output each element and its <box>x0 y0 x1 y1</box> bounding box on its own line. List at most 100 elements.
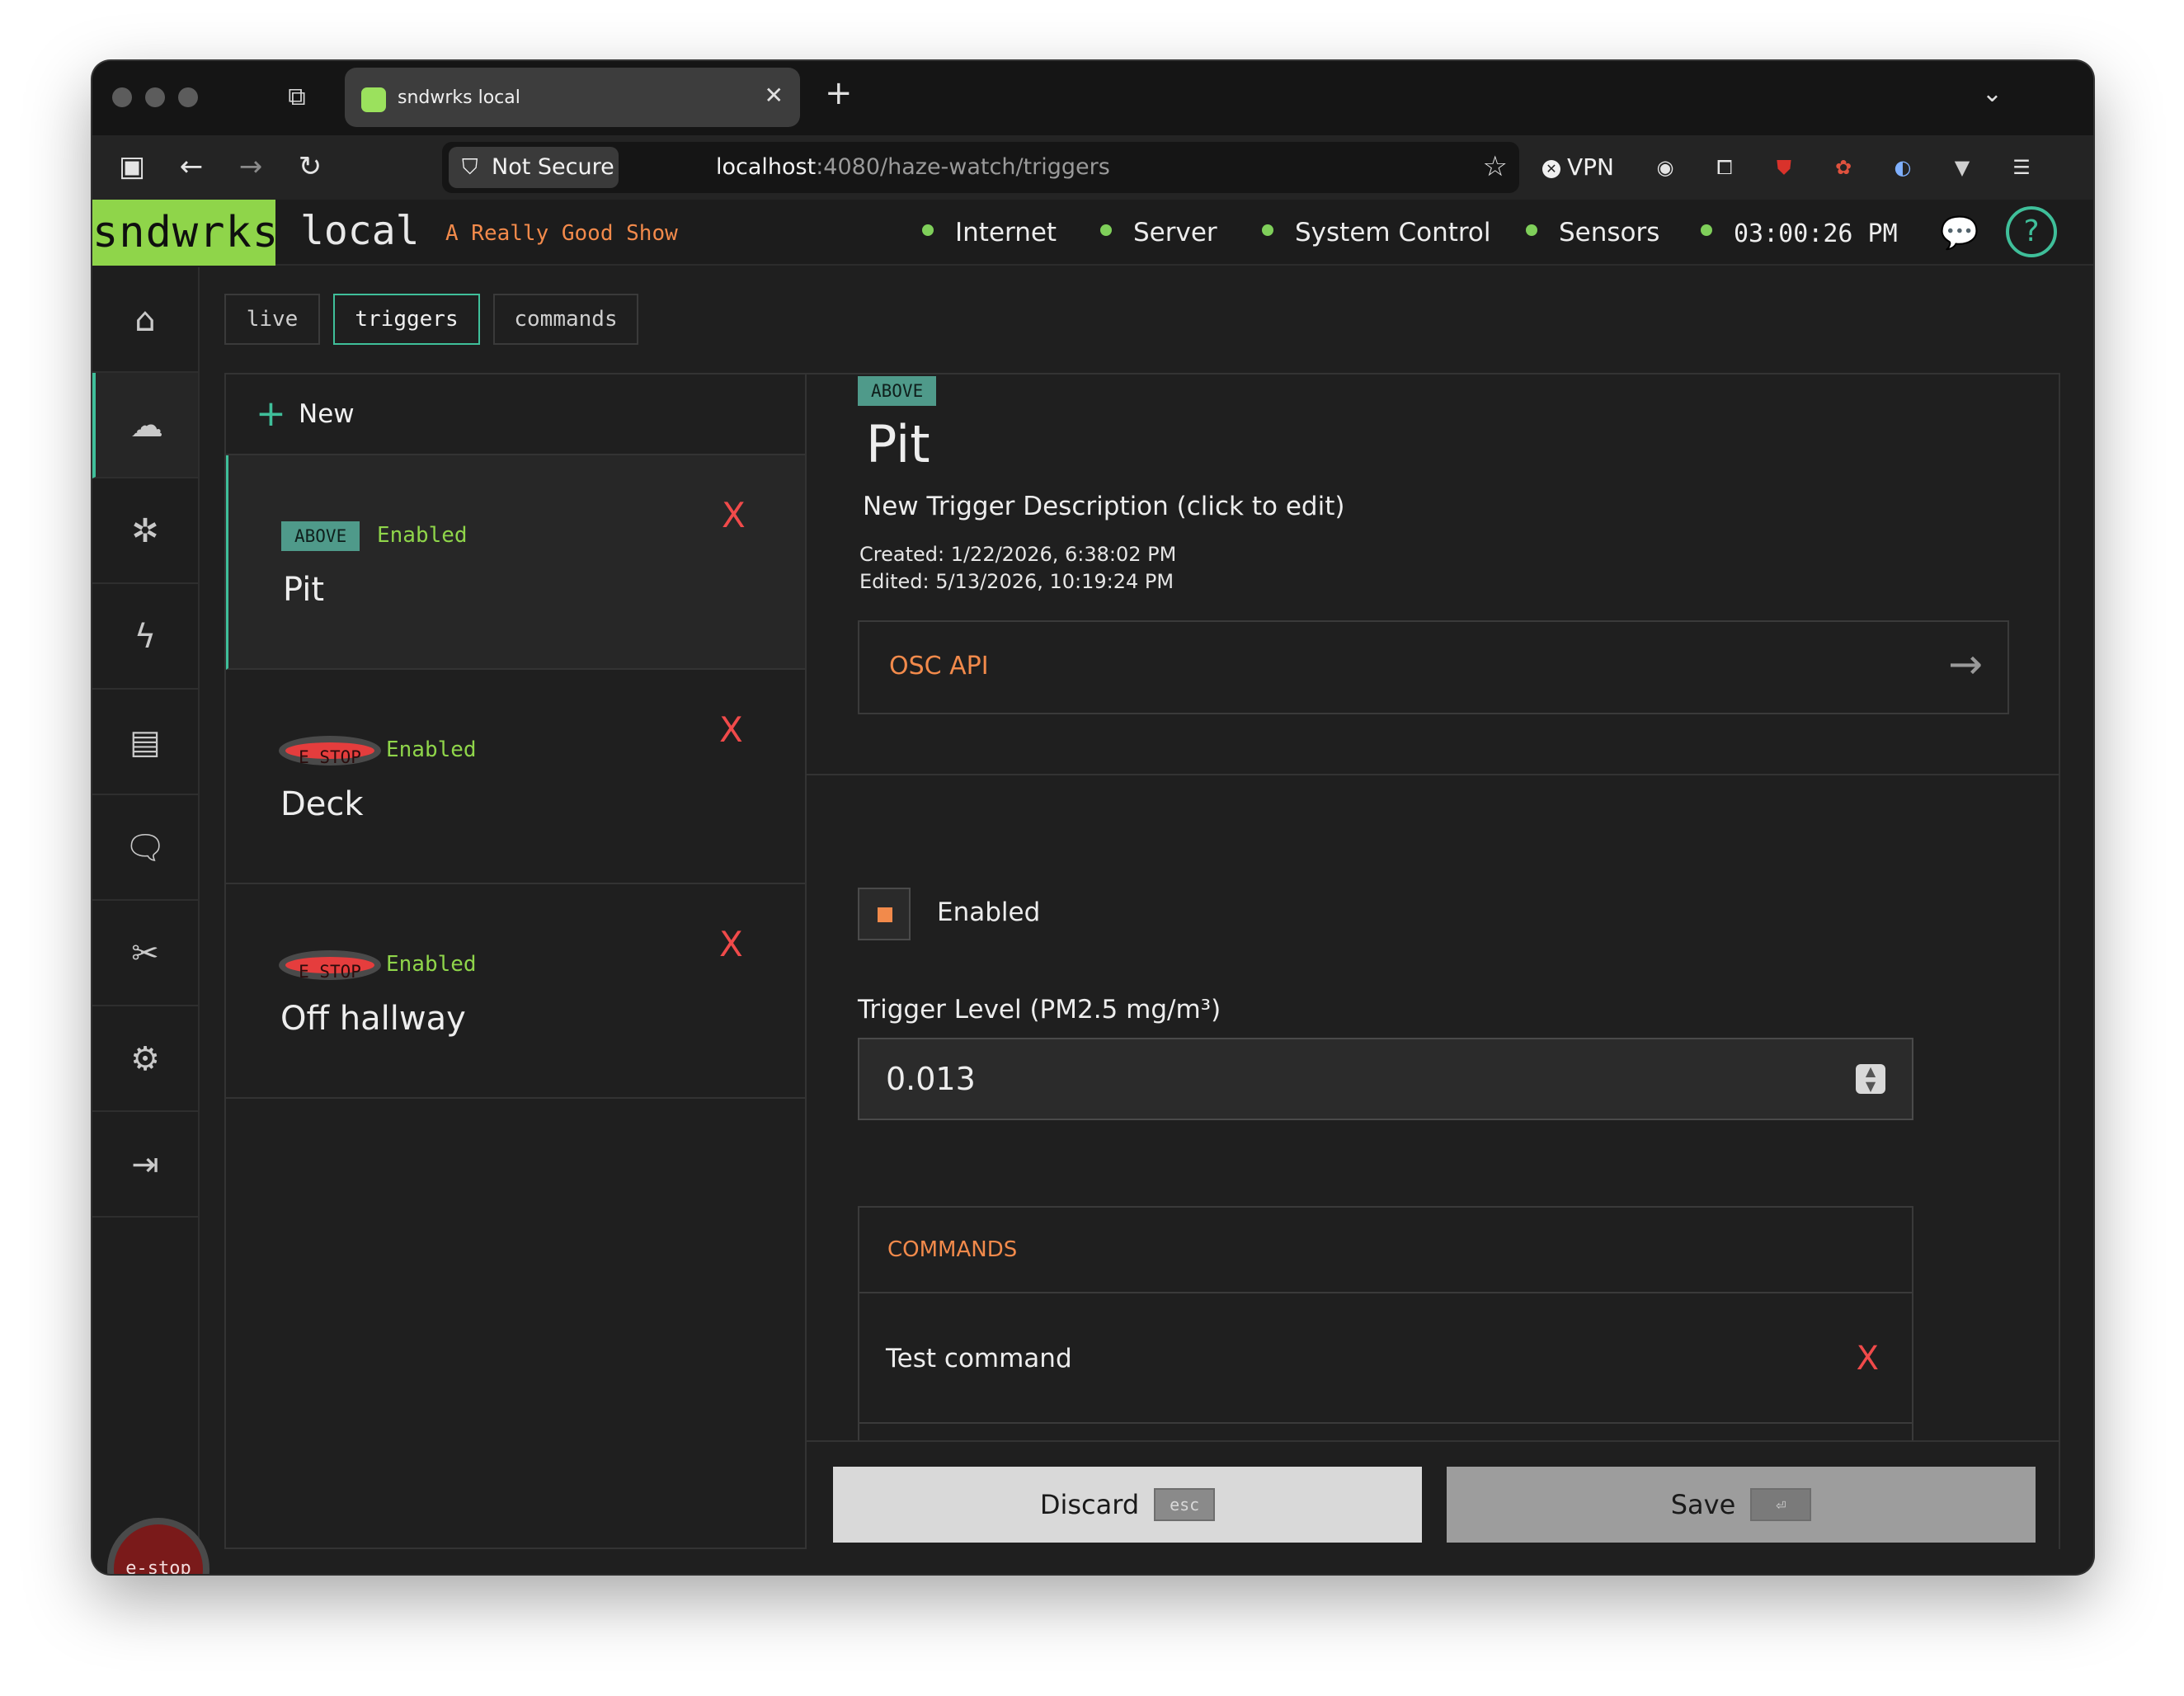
zoom-window-button[interactable] <box>178 87 198 107</box>
arrow-right-icon: → <box>1948 640 1983 688</box>
forward-icon[interactable]: → <box>233 150 269 183</box>
app-header: sndwrks local A Really Good Show Interne… <box>92 200 2093 266</box>
haze-icon: ☁ <box>130 407 163 445</box>
tab-commands[interactable]: commands <box>493 294 638 345</box>
trigger-card[interactable]: E STOP Enabled Deck X <box>226 670 805 884</box>
checkbox-mark <box>878 907 892 922</box>
chat-bubbles-icon[interactable]: 💬 <box>1940 214 1979 252</box>
trigger-title[interactable]: Pit <box>866 414 930 474</box>
status-label: Internet <box>955 218 1057 247</box>
edited-timestamp: Edited: 5/13/2026, 10:19:24 PM <box>859 570 1174 593</box>
discard-button[interactable]: Discard esc <box>833 1467 1422 1543</box>
side-nav: ⌂ ☁ ✲ ϟ ▤ 🗨 ✂ ⚙ ⇥ e-stop <box>92 267 209 1574</box>
new-trigger-button[interactable]: + New <box>226 375 805 455</box>
extension-v-icon[interactable]: ▼ <box>1946 152 1978 183</box>
nav-tools[interactable]: ✂ <box>92 901 198 1006</box>
address-bar[interactable]: ⛉ Not Secure localhost:4080/haze-watch/t… <box>442 142 1519 193</box>
estop-button[interactable]: e-stop <box>107 1518 209 1574</box>
extensions-icon[interactable]: ⧠ <box>1709 152 1740 183</box>
stepper-icon[interactable]: ▲ ▼ <box>1856 1064 1885 1094</box>
tab-live[interactable]: live <box>224 294 320 345</box>
status-dot <box>1701 224 1712 236</box>
enter-key-hint: ⏎ <box>1750 1488 1812 1521</box>
tab-overview-icon[interactable]: ⧉ <box>284 84 310 111</box>
browser-window: ⧉ sndwrks local ✕ + ⌄ ▣ ← → ↻ ⛉ Not Secu… <box>92 61 2093 1574</box>
trigger-summary: ABOVE Pit New Trigger Description (click… <box>807 375 2059 775</box>
tab-triggers[interactable]: triggers <box>333 294 480 345</box>
trigger-level-input[interactable]: 0.013 ▲ ▼ <box>858 1038 1913 1120</box>
brand-logo[interactable]: sndwrks <box>92 200 278 266</box>
osc-api-link[interactable]: OSC API → <box>858 620 2009 714</box>
nav-home[interactable]: ⌂ <box>92 267 198 373</box>
trigger-type-badge: E STOP <box>279 950 381 982</box>
extension-blue-icon[interactable]: ◐ <box>1887 152 1918 183</box>
trigger-type-badge: ABOVE <box>858 376 937 406</box>
enabled-checkbox[interactable] <box>858 888 911 940</box>
plus-icon: + <box>256 393 286 435</box>
profile-icon[interactable]: ◉ <box>1650 152 1681 183</box>
trigger-status: Enabled <box>386 952 477 977</box>
commands-header: COMMANDS <box>859 1208 1912 1293</box>
remove-command-button[interactable]: X <box>1857 1293 1879 1424</box>
trigger-list: + New ABOVE Enabled Pit X E STOP Enabled… <box>226 375 807 1548</box>
bookmark-star-icon[interactable]: ☆ <box>1483 150 1508 183</box>
new-tab-button[interactable]: + <box>825 74 853 112</box>
discard-label: Discard <box>1039 1489 1140 1520</box>
trigger-type-badge: E STOP <box>279 736 381 767</box>
trigger-description[interactable]: New Trigger Description (click to edit) <box>863 492 1344 521</box>
favicon-icon <box>361 87 386 112</box>
nav-network[interactable]: ✲ <box>92 478 198 584</box>
extension-red-icon[interactable]: ✿ <box>1828 152 1859 183</box>
logout-icon: ⇥ <box>131 1146 159 1184</box>
reload-icon[interactable]: ↻ <box>292 150 328 183</box>
url-text[interactable]: localhost:4080/haze-watch/triggers <box>716 154 1110 180</box>
vpn-off-icon: ✕ <box>1542 160 1560 178</box>
trigger-status: Enabled <box>377 523 468 548</box>
trigger-card[interactable]: E STOP Enabled Off hallway X <box>226 884 805 1099</box>
delete-trigger-button[interactable]: X <box>719 924 743 964</box>
vpn-button[interactable]: ✕ VPN <box>1542 153 1614 181</box>
commands-section: COMMANDS Test command X <box>858 1206 1913 1445</box>
new-trigger-label: New <box>299 399 355 429</box>
command-row[interactable]: Test command X <box>859 1293 1912 1424</box>
help-button[interactable]: ? <box>2006 206 2057 257</box>
command-name: Test command <box>886 1344 1072 1373</box>
trigger-detail: ABOVE Pit New Trigger Description (click… <box>807 375 2059 1549</box>
close-window-button[interactable] <box>112 87 132 107</box>
status-system-control: System Control <box>1262 218 1491 247</box>
show-tagline: A Really Good Show <box>445 221 678 246</box>
trigger-card[interactable]: ABOVE Enabled Pit X <box>226 455 805 670</box>
minimize-window-button[interactable] <box>145 87 165 107</box>
delete-trigger-button[interactable]: X <box>722 495 746 535</box>
status-dot <box>1526 224 1537 236</box>
browser-tab-bar: ⧉ sndwrks local ✕ + ⌄ <box>92 61 2093 135</box>
action-bar: Discard esc Save ⏎ <box>807 1440 2059 1549</box>
url-path: :4080/haze-watch/triggers <box>816 154 1110 180</box>
brand-subtitle: local <box>300 208 420 254</box>
not-secure-label: Not Secure <box>492 154 614 180</box>
delete-trigger-button[interactable]: X <box>719 709 743 750</box>
nav-logout[interactable]: ⇥ <box>92 1112 198 1218</box>
nav-device[interactable]: ▤ <box>92 690 198 795</box>
nav-haze-watch[interactable]: ☁ <box>92 373 198 478</box>
esc-key-hint: esc <box>1154 1488 1216 1521</box>
nav-lightning[interactable]: ϟ <box>92 584 198 690</box>
clock-dot-wrap <box>1701 218 1734 247</box>
sidebar-toggle-icon[interactable]: ▣ <box>114 150 150 183</box>
save-button[interactable]: Save ⏎ <box>1447 1467 2036 1543</box>
url-host: localhost <box>716 154 817 180</box>
nav-chat[interactable]: 🗨 <box>92 795 198 901</box>
chevron-down-icon[interactable]: ⌄ <box>1982 79 2003 108</box>
back-icon[interactable]: ← <box>173 150 209 183</box>
status-sensors: Sensors <box>1526 218 1659 247</box>
status-dot <box>1262 224 1273 236</box>
status-label: System Control <box>1295 218 1491 247</box>
ublock-icon[interactable]: ⛊ <box>1768 152 1800 183</box>
nav-settings[interactable]: ⚙ <box>92 1006 198 1112</box>
menu-icon[interactable]: ☰ <box>2006 152 2037 183</box>
not-secure-badge[interactable]: ⛉ Not Secure <box>449 147 619 188</box>
trigger-level-value: 0.013 <box>886 1061 976 1097</box>
status-internet: Internet <box>922 218 1057 247</box>
browser-tab[interactable]: sndwrks local ✕ <box>345 68 800 127</box>
close-tab-icon[interactable]: ✕ <box>765 82 784 109</box>
